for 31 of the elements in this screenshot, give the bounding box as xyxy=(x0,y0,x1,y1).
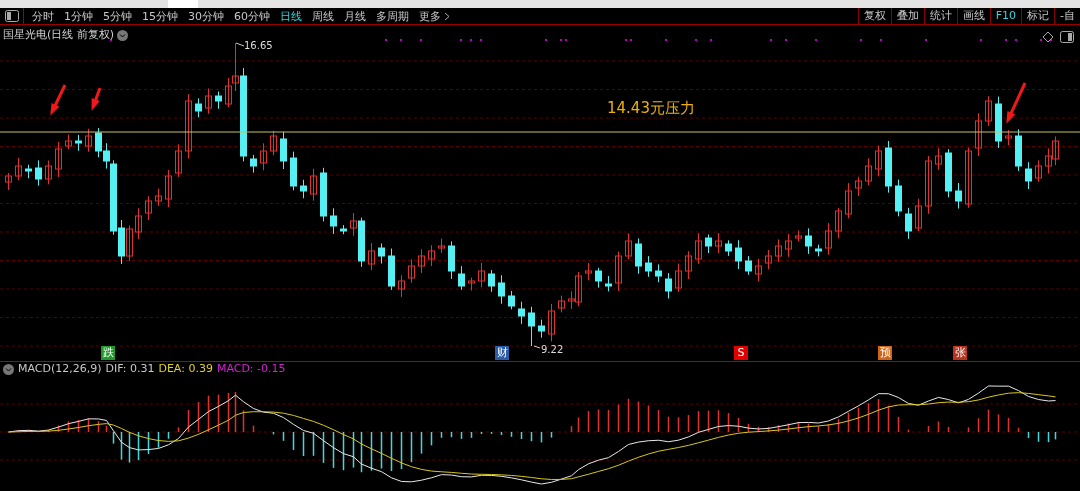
tool-button[interactable]: F10 xyxy=(989,8,1021,24)
period-tab[interactable]: 日线 xyxy=(275,8,307,24)
chart-title: 国星光电(日线 前复权) xyxy=(3,27,115,43)
low-price-label: 9.22 xyxy=(541,343,564,357)
event-marker[interactable]: 预 xyxy=(878,346,892,360)
resistance-annotation: 14.43元压力 xyxy=(607,98,695,119)
event-marker[interactable]: 跌 xyxy=(101,346,115,360)
dif-value: DIF: 0.31 xyxy=(105,360,155,377)
event-marker[interactable]: S xyxy=(734,346,748,360)
period-tab[interactable]: 分时 xyxy=(27,8,59,24)
tool-button[interactable]: 标记 xyxy=(1021,8,1054,24)
tool-button[interactable]: 叠加 xyxy=(890,8,924,24)
period-tab[interactable]: 1分钟 xyxy=(59,8,98,24)
dea-value: DEA: 0.39 xyxy=(158,360,213,377)
period-tab[interactable]: 月线 xyxy=(339,8,371,24)
macd-value: MACD: -0.15 xyxy=(216,360,286,377)
high-price-label: 16.65 xyxy=(244,39,273,53)
event-marker[interactable]: 张 xyxy=(953,346,967,360)
tool-button[interactable]: 画线 xyxy=(956,8,990,24)
tool-button[interactable]: -自 xyxy=(1054,8,1080,24)
period-tab[interactable]: 15分钟 xyxy=(137,8,183,24)
period-tab[interactable]: 周线 xyxy=(307,8,339,24)
event-marker[interactable]: 财 xyxy=(495,346,509,360)
period-tab[interactable]: 60分钟 xyxy=(229,8,275,24)
tool-button[interactable]: 复权 xyxy=(857,8,891,24)
period-tab[interactable]: 更多 xyxy=(414,8,455,24)
tool-button[interactable]: 统计 xyxy=(923,8,957,24)
period-tab[interactable]: 5分钟 xyxy=(98,8,137,24)
indicator-name: MACD(12,26,9) xyxy=(18,360,102,377)
period-tab[interactable]: 多周期 xyxy=(371,8,414,24)
period-tab[interactable]: 30分钟 xyxy=(183,8,229,24)
